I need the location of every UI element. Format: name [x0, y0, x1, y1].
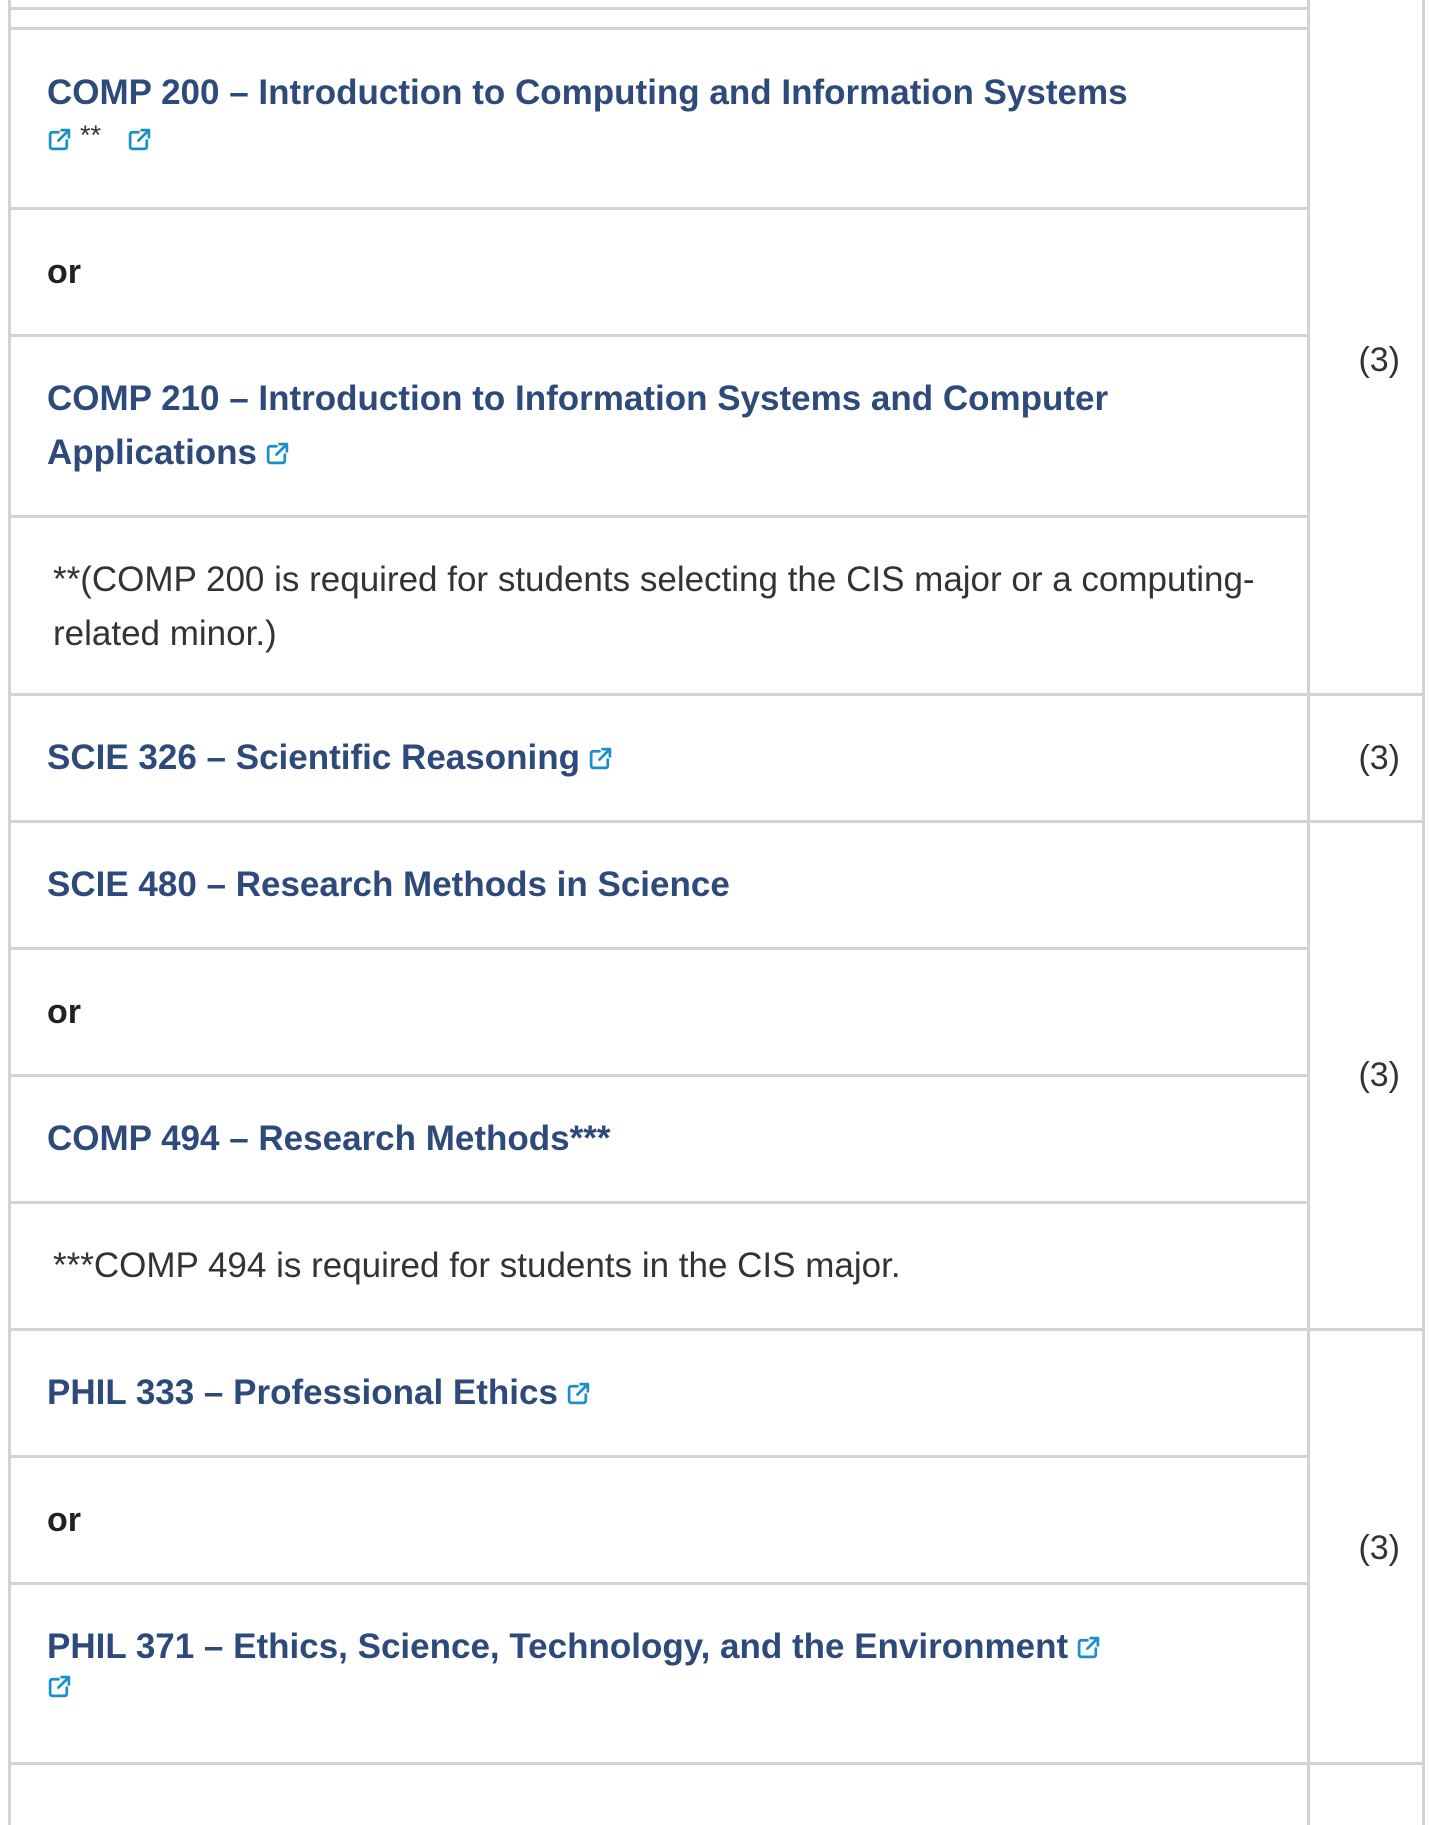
course-cell-scie326: SCIE 326 – Scientific Reasoning	[47, 731, 1287, 785]
course-cell-comp210: COMP 210 – Introduction to Information S…	[47, 372, 1287, 480]
footnote-text: ***COMP 494 is required for students in …	[53, 1246, 901, 1285]
table-border-left	[8, 0, 11, 1825]
or-label: or	[47, 1501, 81, 1539]
course-link-comp200[interactable]: COMP 200 – Introduction to Computing and…	[47, 73, 1128, 112]
course-link-scie480[interactable]: SCIE 480 – Research Methods in Science	[47, 865, 730, 904]
external-link-icon[interactable]	[47, 127, 72, 152]
course-link-comp494[interactable]: COMP 494 – Research Methods***	[47, 1119, 610, 1158]
or-label: or	[47, 253, 81, 291]
course-link-scie326[interactable]: SCIE 326 – Scientific Reasoning	[47, 738, 580, 777]
course-link-comp210[interactable]: COMP 210 – Introduction to Information S…	[47, 379, 1108, 472]
requirements-table: COMP 200 – Introduction to Computing and…	[0, 0, 1429, 1825]
row-divider	[8, 1074, 1310, 1077]
external-link-icon[interactable]	[47, 1674, 72, 1699]
row-divider	[8, 334, 1310, 337]
row-divider	[8, 27, 1310, 30]
external-link-icon[interactable]	[1076, 1635, 1101, 1660]
footnote-text: **(COMP 200 is required for students sel…	[53, 560, 1255, 653]
course-link-phil333[interactable]: PHIL 333 – Professional Ethics	[47, 1373, 558, 1412]
row-divider	[8, 820, 1425, 823]
row-divider	[8, 693, 1425, 696]
row-divider	[8, 207, 1310, 210]
row-divider	[8, 947, 1310, 950]
credits-value: (3)	[1358, 739, 1400, 777]
row-divider	[8, 1582, 1310, 1585]
course-cell-comp200: COMP 200 – Introduction to Computing and…	[47, 66, 1287, 155]
external-link-icon[interactable]	[265, 441, 290, 466]
external-link-icon[interactable]	[127, 127, 152, 152]
table-border-right	[1422, 0, 1425, 1825]
row-divider	[8, 1455, 1310, 1458]
external-link-icon[interactable]	[588, 746, 613, 771]
row-divider	[8, 1328, 1425, 1331]
table-column-divider	[1307, 0, 1310, 1825]
credits-value: (3)	[1358, 1529, 1400, 1567]
or-label: or	[47, 993, 81, 1031]
credits-value: (3)	[1358, 1056, 1400, 1094]
row-divider	[8, 7, 1310, 10]
course-cell-comp494: COMP 494 – Research Methods***	[47, 1112, 1287, 1166]
row-divider	[8, 1201, 1310, 1204]
external-link-icon[interactable]	[566, 1381, 591, 1406]
credits-value: (3)	[1358, 341, 1400, 379]
row-divider	[8, 515, 1310, 518]
course-cell-phil371: PHIL 371 – Ethics, Science, Technology, …	[47, 1620, 1287, 1702]
footnote-marker: **	[80, 120, 102, 150]
course-cell-phil333: PHIL 333 – Professional Ethics	[47, 1366, 1287, 1420]
row-divider	[8, 1762, 1425, 1765]
course-cell-scie480: SCIE 480 – Research Methods in Science	[47, 858, 1287, 912]
course-link-phil371[interactable]: PHIL 371 – Ethics, Science, Technology, …	[47, 1627, 1068, 1666]
